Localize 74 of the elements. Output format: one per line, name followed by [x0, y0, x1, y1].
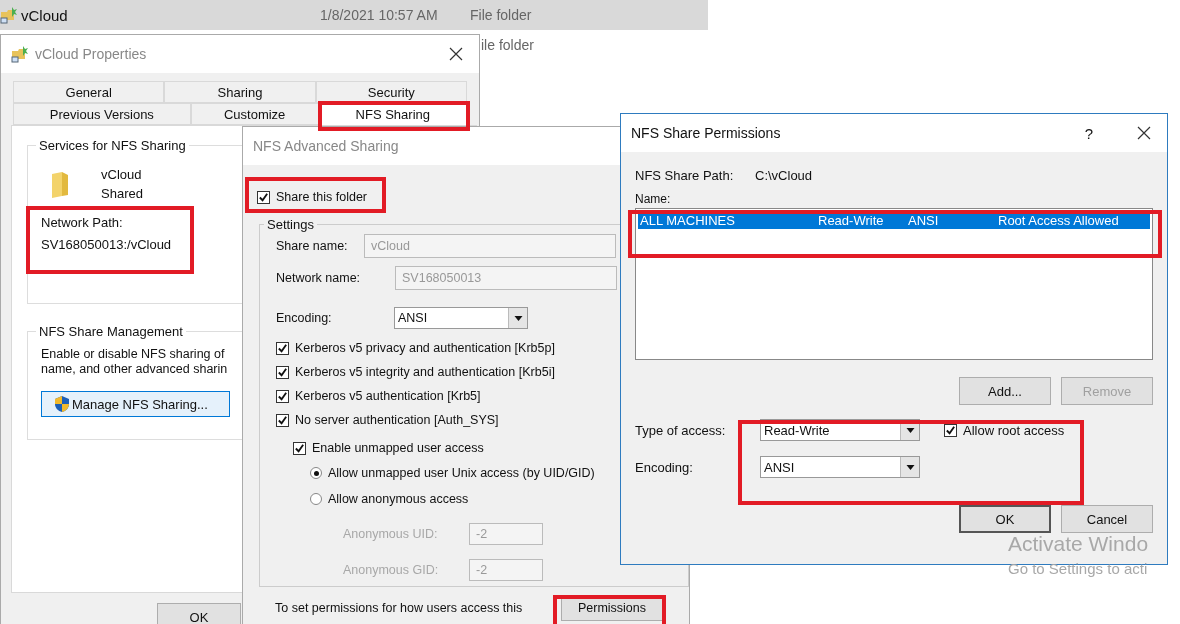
activation-text: Go to Settings to acti [1008, 560, 1149, 577]
close-icon[interactable] [1137, 126, 1151, 140]
list-action-button[interactable]: Add... [959, 377, 1051, 405]
option-label: No server authentication [Auth_SYS] [295, 413, 499, 427]
folder-name: vCloud [101, 167, 142, 182]
root-access: Root Access Allowed [998, 212, 1120, 228]
checkbox[interactable] [276, 341, 289, 355]
field-label: Type of access: [635, 422, 727, 438]
manage-nfs-sharing-button[interactable]: Manage NFS Sharing... [41, 391, 230, 417]
tab[interactable]: Previous Versions [13, 103, 191, 125]
field-label: Share name: [276, 239, 349, 253]
caret-icon [905, 427, 915, 433]
radio-button[interactable] [310, 493, 322, 505]
network-path-label: Network Path: [41, 215, 123, 230]
option-label: Enable unmapped user access [312, 441, 484, 455]
checkbox-label: Allow root access [963, 422, 1065, 438]
option-label: Allow unmapped user Unix access (by UID/GID) [328, 466, 595, 480]
tab[interactable]: Security [315, 81, 467, 103]
ok-button[interactable]: OK [157, 603, 241, 624]
caret-icon [513, 315, 523, 321]
ok-button[interactable]: OK [959, 505, 1051, 533]
host-name: ALL MACHINES [640, 212, 736, 228]
field-label: Anonymous GID: [343, 563, 440, 577]
checkbox[interactable] [276, 389, 289, 403]
activation-title: Activate Windo [1008, 532, 1149, 556]
window-title: vCloud Properties [35, 46, 148, 62]
encoding-dropdown[interactable]: ANSI [394, 307, 528, 329]
encoding-dropdown[interactable]: ANSI [760, 456, 920, 478]
close-icon[interactable] [449, 47, 463, 61]
shield-icon [54, 395, 70, 413]
share-path-label: NFS Share Path: [635, 167, 735, 183]
file-type: ile folder [481, 37, 534, 53]
file-type: File folder [470, 7, 532, 23]
group-title: NFS Share Management [38, 324, 184, 339]
checkbox[interactable] [293, 441, 306, 455]
network-path: SV168050013:/vCloud [41, 237, 172, 252]
field-label: Network name: [276, 271, 362, 285]
checkbox[interactable] [276, 365, 289, 379]
tab[interactable]: Customize [190, 103, 319, 125]
checkbox[interactable] [257, 190, 270, 204]
file-row[interactable]: vCloud 1/8/2021 10:57 AM File folder [0, 0, 708, 30]
radio-button[interactable] [310, 467, 322, 479]
window-title: NFS Advanced Sharing [253, 138, 400, 154]
checkbox-label: Share this folder [276, 190, 368, 204]
share-path: C:\vCloud [755, 167, 813, 183]
window-title: NFS Share Permissions [631, 125, 782, 141]
cancel-button[interactable]: Cancel [1061, 505, 1153, 533]
description-text: Enable or disable NFS sharing of [41, 347, 225, 361]
tab[interactable]: Sharing [164, 81, 316, 103]
option-label: Kerberos v5 integrity and authentication [Krb5i] [295, 365, 555, 379]
file-row[interactable]: ile folder [481, 30, 708, 60]
instruction-text: To set permissions for how users access this [275, 601, 524, 615]
access-type: Read-Write [818, 212, 885, 228]
list-label: Name: [635, 192, 672, 206]
group-title: Services for NFS Sharing [38, 138, 187, 153]
tab[interactable]: General [13, 81, 165, 103]
checkbox[interactable] [276, 413, 289, 427]
field-label: Encoding: [635, 459, 694, 475]
folder-icon [50, 170, 70, 198]
option-label: Kerberos v5 authentication [Krb5] [295, 389, 481, 403]
shared-folder-icon [0, 6, 18, 24]
field-label: Encoding: [276, 311, 333, 325]
option-label: Allow anonymous access [328, 492, 469, 506]
description-text: name, and other advanced sharin [41, 362, 228, 376]
file-date: 1/8/2021 10:57 AM [320, 7, 438, 23]
help-button[interactable]: ? [1084, 124, 1093, 142]
file-name: vCloud [21, 6, 68, 24]
shared-folder-icon [11, 45, 29, 63]
group-title: Settings [266, 217, 315, 232]
folder-status: Shared [101, 186, 143, 201]
caret-icon [905, 464, 915, 470]
option-label: Kerberos v5 privacy and authentication [Krb5p] [295, 341, 555, 355]
field-label: Anonymous UID: [343, 527, 439, 541]
encoding-value: ANSI [908, 212, 940, 228]
